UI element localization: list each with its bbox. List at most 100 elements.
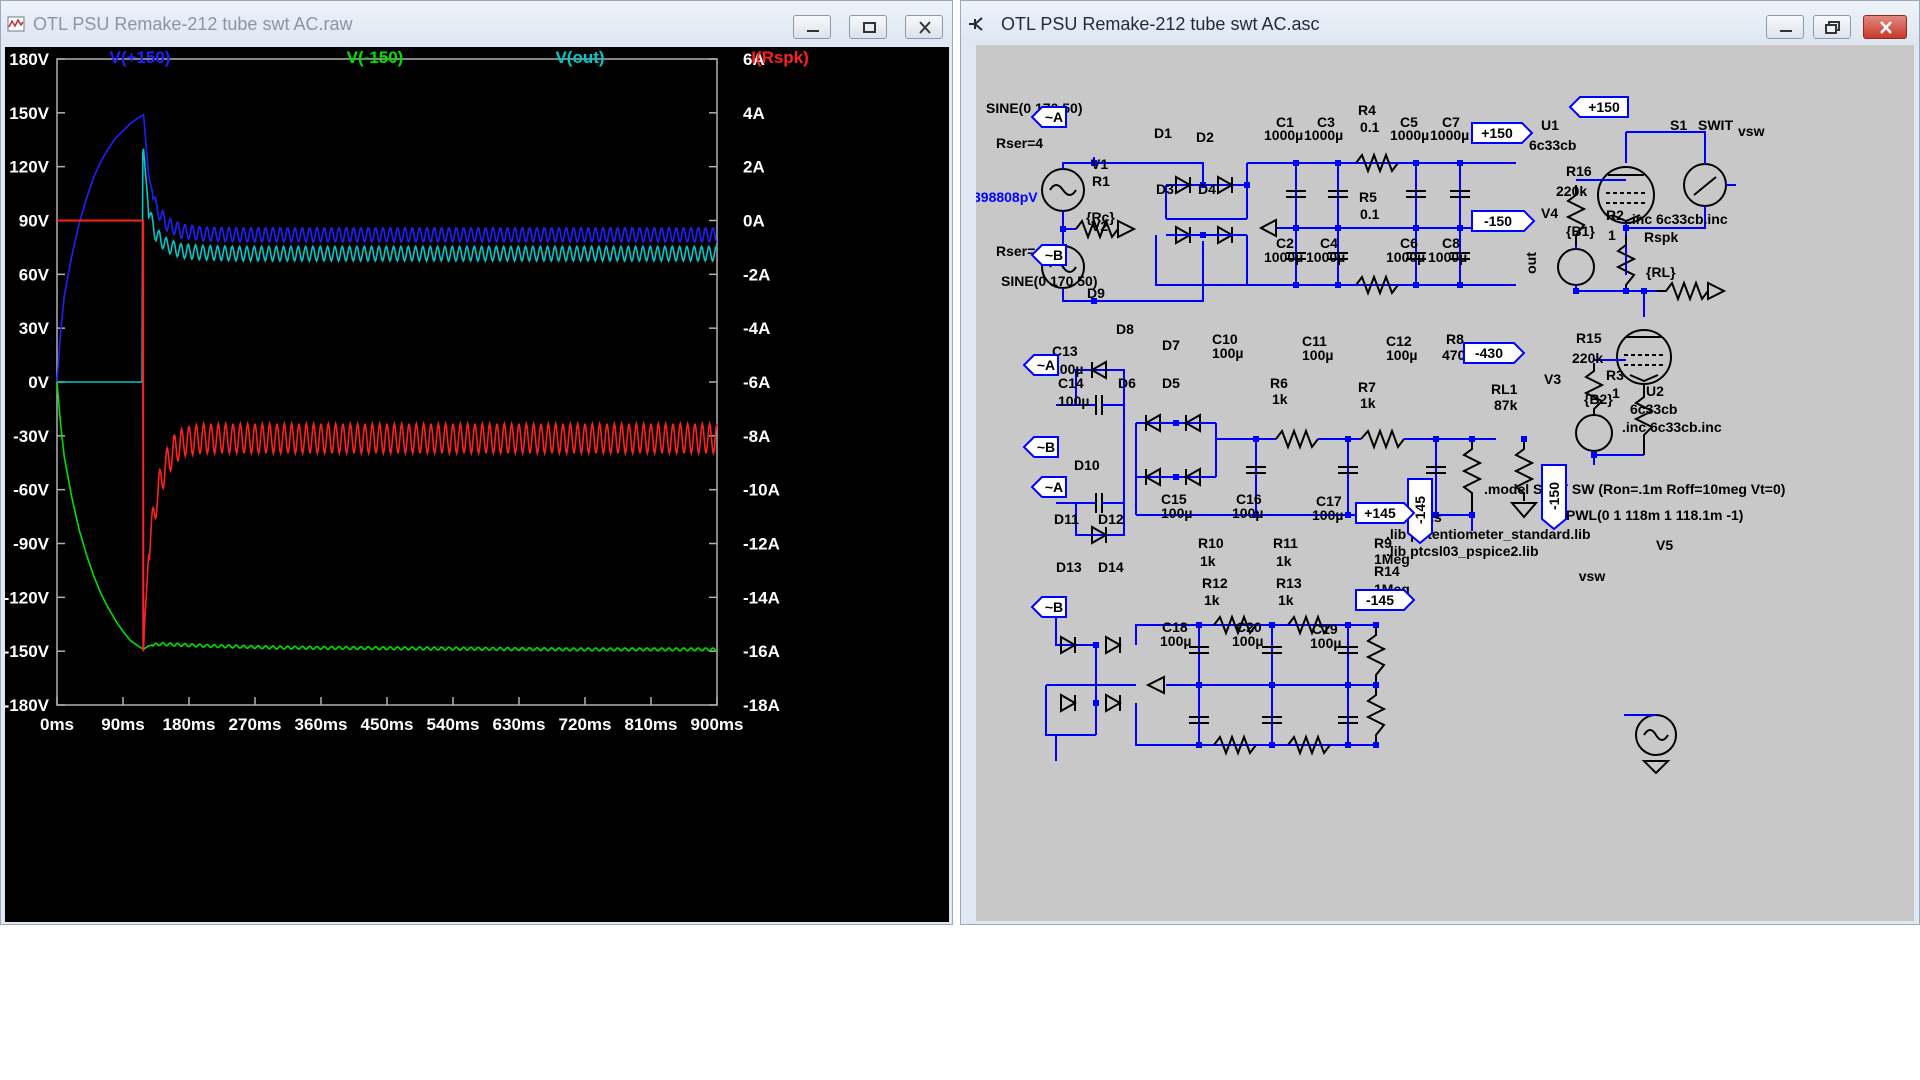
- schematic-label-sine2[interactable]: SINE(0 170 50): [1001, 273, 1098, 289]
- schematic-label-c12v[interactable]: 100µ: [1386, 347, 1417, 363]
- schematic-label-d8[interactable]: D8: [1116, 321, 1134, 337]
- schematic-label-u2v[interactable]: 6c33cb: [1630, 401, 1677, 417]
- schematic-label-c10v[interactable]: 100µ: [1212, 345, 1243, 361]
- schematic-maximize-button[interactable]: [1813, 15, 1851, 39]
- schematic-titlebar[interactable]: OTL PSU Remake-212 tube swt AC.asc: [961, 1, 1919, 45]
- schematic-label-r3[interactable]: R3: [1606, 367, 1624, 383]
- schematic-label-r11[interactable]: R11: [1273, 535, 1298, 551]
- waveform-titlebar[interactable]: OTL PSU Remake-212 tube swt AC.raw: [1, 1, 952, 45]
- schematic-label-c20v[interactable]: 100µ: [1232, 633, 1263, 649]
- schematic-label-r10v[interactable]: 1k: [1200, 553, 1216, 569]
- schematic-label-r14[interactable]: R14: [1374, 563, 1400, 579]
- schematic-label-d13[interactable]: D13: [1056, 559, 1082, 575]
- schematic-label-r5[interactable]: R5: [1359, 189, 1377, 205]
- schematic-label-lib2[interactable]: .lib ptcsl03_pspice2.lib: [1386, 543, 1539, 559]
- net-flag-fm150b[interactable]: -150: [1541, 464, 1567, 531]
- schematic-label-v1[interactable]: V1: [1091, 156, 1108, 172]
- schematic-label-d3[interactable]: D3: [1156, 181, 1174, 197]
- net-flag-fout[interactable]: out: [1523, 252, 1539, 274]
- schematic-label-d10[interactable]: D10: [1074, 457, 1100, 473]
- schematic-label-c14v[interactable]: 100µ: [1058, 393, 1089, 409]
- schematic-label-v3[interactable]: V3: [1544, 371, 1561, 387]
- schematic-label-c1v[interactable]: 1000µ: [1264, 127, 1303, 143]
- schematic-label-c6v[interactable]: 1000µ: [1386, 249, 1425, 265]
- schematic-label-c14[interactable]: C14: [1058, 375, 1084, 391]
- schematic-label-r4[interactable]: R4: [1358, 102, 1376, 118]
- close-button[interactable]: [905, 15, 943, 39]
- schematic-label-b2[interactable]: {B2}: [1584, 391, 1613, 407]
- net-flag-fp150t[interactable]: +150: [1568, 96, 1629, 118]
- schematic-label-c2v[interactable]: 1000µ: [1264, 249, 1303, 265]
- schematic-label-c4v[interactable]: 1000µ: [1306, 249, 1345, 265]
- schematic-label-pv[interactable]: 398808pV: [976, 189, 1038, 205]
- schematic-label-rser1[interactable]: Rser=4: [996, 135, 1043, 151]
- schematic-label-c15v[interactable]: 100µ: [1161, 505, 1192, 521]
- schematic-label-r12[interactable]: R12: [1202, 575, 1228, 591]
- schematic-label-r12v[interactable]: 1k: [1204, 592, 1220, 608]
- maximize-button[interactable]: [849, 15, 887, 39]
- schematic-label-d4[interactable]: D4: [1198, 181, 1216, 197]
- schematic-label-r7v[interactable]: 1k: [1360, 395, 1376, 411]
- waveform-plot[interactable]: 180V 150V 120V 90V 60V 30V 0V -30V -60V -90V -120V…: [5, 47, 949, 922]
- schematic-label-s1[interactable]: S1: [1670, 117, 1687, 133]
- schematic-label-v4[interactable]: V4: [1541, 205, 1558, 221]
- schematic-label-r13v[interactable]: 1k: [1278, 592, 1294, 608]
- schematic-label-r15v[interactable]: 220k: [1572, 350, 1603, 366]
- schematic-label-r10[interactable]: R10: [1198, 535, 1224, 551]
- net-flag-fm150[interactable]: -150: [1471, 210, 1536, 232]
- schematic-label-c17v[interactable]: 100µ: [1312, 507, 1343, 523]
- schematic-label-d11[interactable]: D11: [1054, 511, 1079, 527]
- schematic-label-r16v[interactable]: 220k: [1556, 183, 1587, 199]
- schematic-label-v5[interactable]: V5: [1656, 537, 1673, 553]
- schematic-label-r6[interactable]: R6: [1270, 375, 1288, 391]
- schematic-close-button[interactable]: [1863, 15, 1907, 39]
- schematic-label-c11v[interactable]: 100µ: [1302, 347, 1333, 363]
- schematic-label-r4v[interactable]: 0.1: [1360, 119, 1380, 135]
- schematic-label-d2[interactable]: D2: [1196, 129, 1214, 145]
- schematic-label-u2[interactable]: U2: [1646, 383, 1664, 399]
- schematic-label-d1[interactable]: D1: [1154, 125, 1172, 141]
- schematic-label-d9[interactable]: D9: [1087, 285, 1105, 301]
- schematic-label-d6[interactable]: D6: [1118, 375, 1136, 391]
- schematic-label-c19v[interactable]: 100µ: [1310, 635, 1341, 651]
- schematic-label-c3v[interactable]: 1000µ: [1304, 127, 1343, 143]
- schematic-label-d5[interactable]: D5: [1162, 375, 1180, 391]
- schematic-label-c7v[interactable]: 1000µ: [1430, 127, 1469, 143]
- minimize-button[interactable]: [793, 15, 831, 39]
- schematic-label-r11v[interactable]: 1k: [1276, 553, 1292, 569]
- legend-trace-label[interactable]: V(+150): [110, 48, 171, 67]
- schematic-label-rl[interactable]: {RL}: [1646, 264, 1676, 280]
- schematic-label-r13[interactable]: R13: [1276, 575, 1302, 591]
- legend-trace-label[interactable]: V(out): [555, 48, 604, 67]
- schematic-label-r8[interactable]: R8: [1446, 331, 1464, 347]
- schematic-label-d7[interactable]: D7: [1162, 337, 1180, 353]
- schematic-label-d12[interactable]: D12: [1098, 511, 1124, 527]
- net-flag-fm145b[interactable]: -145: [1355, 589, 1416, 611]
- schematic-window[interactable]: OTL PSU Remake-212 tube swt AC.asc SINE(…: [960, 0, 1920, 925]
- schematic-label-r3v[interactable]: 1: [1612, 385, 1620, 401]
- schematic-label-r5v[interactable]: 0.1: [1360, 206, 1380, 222]
- schematic-label-c18v[interactable]: 100µ: [1160, 633, 1191, 649]
- schematic-label-r2v[interactable]: 1: [1608, 227, 1616, 243]
- schematic-label-r2[interactable]: R2: [1606, 207, 1624, 223]
- net-flag-fm430[interactable]: -430: [1463, 342, 1526, 364]
- schematic-label-rl1[interactable]: RL1: [1491, 381, 1518, 397]
- schematic-label-r1[interactable]: R1: [1092, 173, 1110, 189]
- schematic-minimize-button[interactable]: [1766, 15, 1804, 39]
- schematic-label-b1[interactable]: {B1}: [1566, 223, 1595, 239]
- schematic-canvas[interactable]: SINE(0 170 50)SINE(0 170 50)Rser=4Rser=4…: [976, 45, 1914, 921]
- schematic-label-model[interactable]: .model SWIT SW (Ron=.1m Roff=10meg Vt=0): [1484, 481, 1785, 497]
- schematic-label-swit[interactable]: SWIT: [1698, 117, 1733, 133]
- schematic-label-r15[interactable]: R15: [1576, 330, 1602, 346]
- schematic-label-u1v[interactable]: 6c33cb: [1529, 137, 1576, 153]
- schematic-label-inc1[interactable]: .inc 6c33cb.inc: [1628, 211, 1728, 227]
- schematic-label-d14[interactable]: D14: [1098, 559, 1124, 575]
- net-flag-fp150[interactable]: +150: [1471, 122, 1534, 144]
- net-flag-fvsw2[interactable]: vsw: [1579, 568, 1606, 584]
- legend-trace-label[interactable]: I(Rspk): [751, 48, 809, 67]
- schematic-label-rspk[interactable]: Rspk: [1644, 229, 1678, 245]
- schematic-label-u1[interactable]: U1: [1541, 117, 1559, 133]
- waveform-window[interactable]: OTL PSU Remake-212 tube swt AC.raw 180V 1…: [0, 0, 953, 925]
- schematic-label-rl1v[interactable]: 87k: [1494, 397, 1518, 413]
- schematic-label-c5v[interactable]: 1000µ: [1390, 127, 1429, 143]
